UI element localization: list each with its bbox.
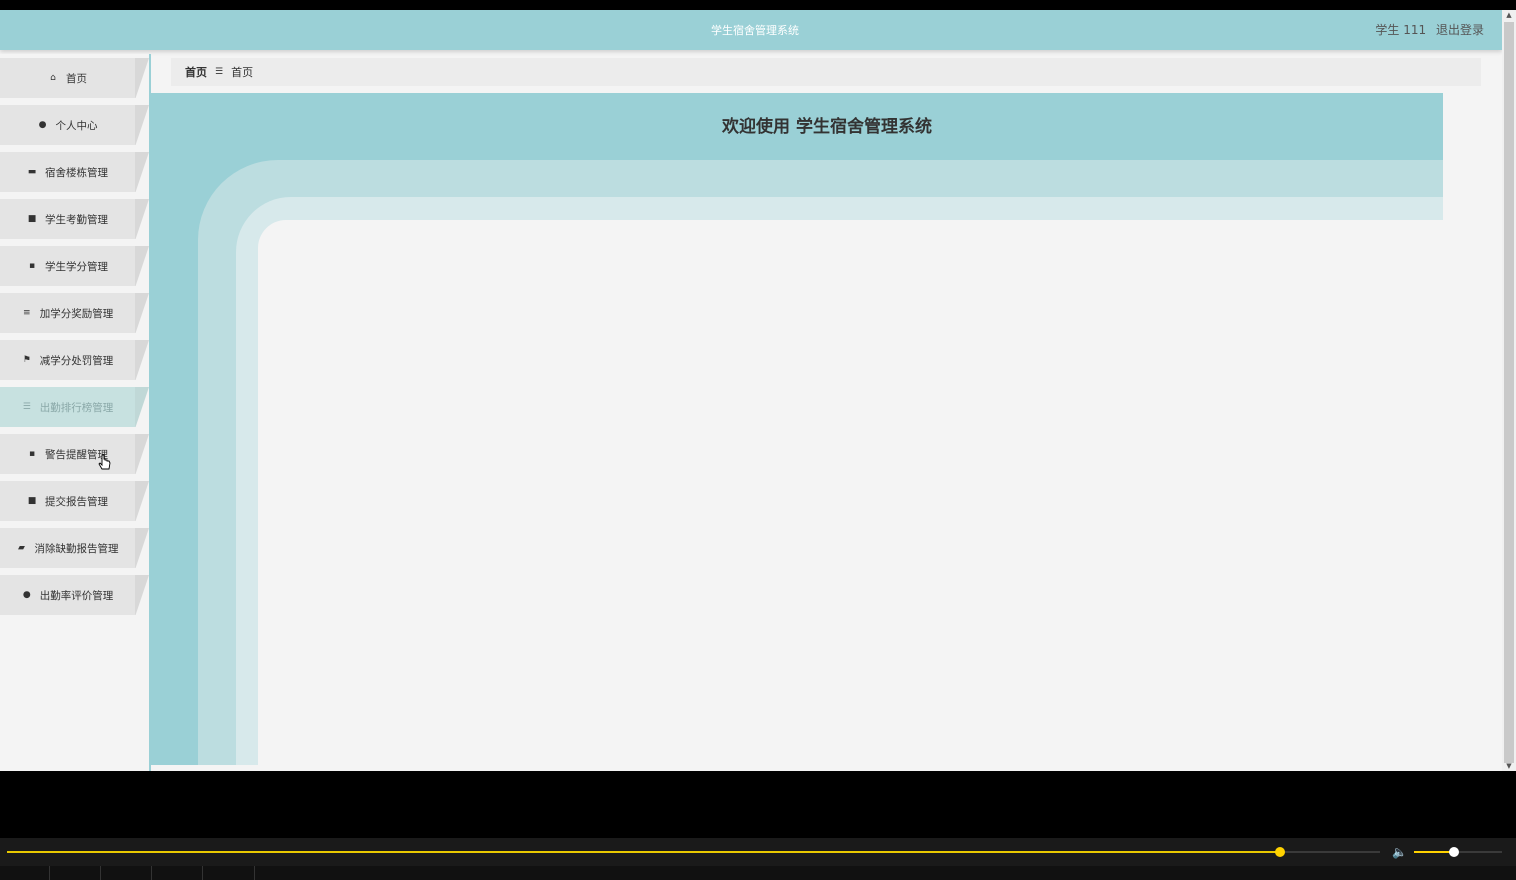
seek-knob[interactable] bbox=[1274, 847, 1285, 857]
map-pin-icon: ● bbox=[22, 590, 31, 600]
sidebar-item[interactable]: ■ 提交报告管理 bbox=[0, 481, 149, 521]
sidebar-item-face: ▬ 宿舍楼栋管理 bbox=[0, 152, 135, 192]
seek-bar-fill bbox=[7, 851, 1280, 853]
sidebar-item-label: 出勤率评价管理 bbox=[39, 589, 114, 602]
sidebar-item-label: 减学分处罚管理 bbox=[39, 354, 114, 367]
top-header: 学生宿舍管理系统 学生 111 退出登录 bbox=[0, 10, 1502, 50]
sidebar-item[interactable]: ▪ 警告提醒管理 bbox=[0, 434, 149, 474]
taskbar-slot[interactable] bbox=[203, 866, 255, 880]
list-icon: ≡ bbox=[22, 308, 31, 318]
sidebar-item-face: ● 个人中心 bbox=[0, 105, 135, 145]
flag-icon: ⚑ bbox=[22, 355, 31, 365]
taskbar-slot[interactable] bbox=[50, 866, 101, 880]
user-area: 学生 111 退出登录 bbox=[1369, 21, 1484, 38]
app-window: 学生宿舍管理系统 学生 111 退出登录 ⌂ 首页 ● 个人中心 ▬ 宿舍楼栋管理 ■ 学生考… bbox=[0, 10, 1502, 771]
sidebar-item-label: 首页 bbox=[66, 72, 87, 85]
welcome-banner bbox=[151, 93, 1443, 765]
grid-icon: ▪ bbox=[28, 449, 36, 459]
sidebar-item-face: ▪ 警告提醒管理 bbox=[0, 434, 135, 474]
logout-link[interactable]: 退出登录 bbox=[1436, 23, 1484, 37]
volume-knob[interactable] bbox=[1448, 847, 1459, 857]
sidebar-item-face: ■ 学生考勤管理 bbox=[0, 199, 135, 239]
sidebar-item[interactable]: ▬ 宿舍楼栋管理 bbox=[0, 152, 149, 192]
user-label: 学生 111 bbox=[1375, 23, 1427, 37]
sidebar-item[interactable]: ⌂ 首页 bbox=[0, 58, 149, 98]
user-icon: ● bbox=[38, 120, 47, 130]
volume-icon[interactable]: 🔈 bbox=[1392, 844, 1408, 860]
taskbar-slot[interactable] bbox=[0, 866, 50, 880]
sidebar-item-face: ☰ 出勤排行榜管理 bbox=[0, 387, 135, 427]
sidebar-item-label: 学生考勤管理 bbox=[45, 213, 108, 226]
mouse-pointer-icon bbox=[98, 454, 111, 470]
seek-bar[interactable] bbox=[7, 847, 1380, 857]
sidebar-item[interactable]: ● 出勤率评价管理 bbox=[0, 575, 149, 615]
sidebar-item[interactable]: ● 个人中心 bbox=[0, 105, 149, 145]
volume-fill bbox=[1414, 851, 1454, 853]
mailbox-icon: ▰ bbox=[18, 543, 25, 553]
sidebar-item-label: 出勤排行榜管理 bbox=[39, 401, 114, 414]
scroll-thumb[interactable] bbox=[1504, 22, 1514, 763]
sliders-icon: ☰ bbox=[22, 402, 31, 412]
sidebar-item-face: ⌂ 首页 bbox=[0, 58, 135, 98]
page-scrollbar[interactable]: ▲ ▼ bbox=[1502, 10, 1516, 771]
app-title: 学生宿舍管理系统 bbox=[711, 24, 799, 37]
taskbar-slot[interactable] bbox=[152, 866, 203, 880]
sidebar-item-face: ▰ 消除缺勤报告管理 bbox=[0, 528, 135, 568]
sidebar-item[interactable]: ≡ 加学分奖励管理 bbox=[0, 293, 149, 333]
sidebar-item-label: 提交报告管理 bbox=[45, 495, 108, 508]
taskbar bbox=[0, 866, 1516, 880]
sidebar-item-label: 个人中心 bbox=[55, 119, 98, 132]
comment-icon: ■ bbox=[27, 214, 37, 224]
sidebar-item-label: 宿舍楼栋管理 bbox=[45, 166, 108, 179]
sidebar: ⌂ 首页 ● 个人中心 ▬ 宿舍楼栋管理 ■ 学生考勤管理 ▪ 学生学分管理 ≡ 加学分奖励管理 ⚑ 减学… bbox=[0, 54, 149, 771]
content-panel bbox=[258, 220, 1443, 765]
main-content: 首页 ☰ 首页 欢迎使用 学生宿舍管理系统 bbox=[149, 54, 1502, 771]
volume-slider[interactable] bbox=[1414, 847, 1502, 857]
video-player-controls: 🔈 bbox=[0, 838, 1516, 866]
sidebar-item[interactable]: ▰ 消除缺勤报告管理 bbox=[0, 528, 149, 568]
sidebar-item-face: ⚑ 减学分处罚管理 bbox=[0, 340, 135, 380]
sidebar-item[interactable]: ⚑ 减学分处罚管理 bbox=[0, 340, 149, 380]
sidebar-item-label: 学生学分管理 bbox=[45, 260, 108, 273]
breadcrumb-current: 首页 bbox=[231, 66, 254, 79]
welcome-heading: 欢迎使用 学生宿舍管理系统 bbox=[722, 117, 932, 137]
grid-icon: ▪ bbox=[28, 261, 36, 271]
breadcrumb-root[interactable]: 首页 bbox=[185, 64, 207, 80]
sidebar-item-face: ▪ 学生学分管理 bbox=[0, 246, 135, 286]
sidebar-item-face: ● 出勤率评价管理 bbox=[0, 575, 135, 615]
sidebar-item[interactable]: ▪ 学生学分管理 bbox=[0, 246, 149, 286]
sidebar-item[interactable]: ☰ 出勤排行榜管理 bbox=[0, 387, 149, 427]
sidebar-item-label: 消除缺勤报告管理 bbox=[34, 542, 119, 555]
breadcrumb-separator-icon: ☰ bbox=[215, 67, 224, 77]
sidebar-item-label: 加学分奖励管理 bbox=[39, 307, 114, 320]
scroll-down-arrow-icon[interactable]: ▼ bbox=[1502, 761, 1516, 771]
scroll-up-arrow-icon[interactable]: ▲ bbox=[1502, 10, 1516, 20]
sidebar-item-face: ■ 提交报告管理 bbox=[0, 481, 135, 521]
ticket-icon: ▬ bbox=[27, 167, 37, 177]
taskbar-slot[interactable] bbox=[101, 866, 152, 880]
breadcrumb: 首页 ☰ 首页 bbox=[171, 58, 1481, 86]
sidebar-item[interactable]: ■ 学生考勤管理 bbox=[0, 199, 149, 239]
home-icon: ⌂ bbox=[50, 73, 56, 83]
briefcase-icon: ■ bbox=[27, 496, 37, 506]
sidebar-item-face: ≡ 加学分奖励管理 bbox=[0, 293, 135, 333]
